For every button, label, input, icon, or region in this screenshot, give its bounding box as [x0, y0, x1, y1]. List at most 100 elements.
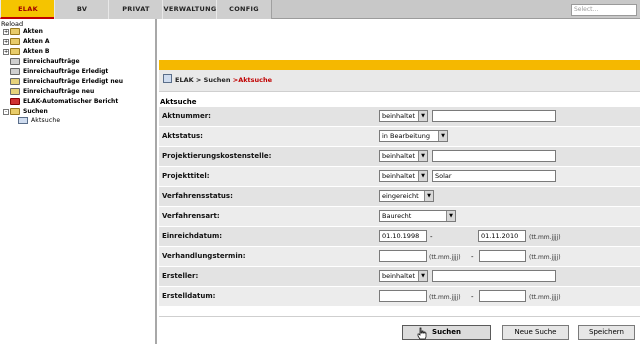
- projektierungskostenstelle-input[interactable]: [432, 150, 556, 162]
- erstelldatum-to-input[interactable]: [479, 290, 526, 302]
- verhandlungstermin-label: Verhandlungstermin:: [162, 252, 246, 260]
- search-form: Aktnummer: beinhaltet ▼ Aktstatus: in Bea…: [159, 107, 640, 314]
- header-banner: [159, 19, 640, 60]
- sidebar: Reload + Akten + Akten A + Akten B Einre…: [0, 19, 157, 344]
- tab-verwaltung[interactable]: VERWALTUNG: [162, 0, 218, 19]
- chevron-down-icon: ▼: [418, 171, 427, 181]
- projektierungskostenstelle-operator-select[interactable]: beinhaltet ▼: [379, 150, 428, 162]
- sidebar-item-label: Akten A: [23, 38, 50, 45]
- range-separator: -: [430, 233, 433, 241]
- sidebar-item-einreichauftraege-erledigt-neu[interactable]: Einreichaufträge Erledigt neu: [3, 77, 123, 86]
- chevron-down-icon: ▼: [424, 191, 433, 201]
- sidebar-item-label: Aktsuche: [31, 117, 61, 124]
- form-row-verfahrensstatus: Verfahrensstatus: eingereicht ▼: [159, 187, 640, 207]
- date-format-hint: (tt.mm.jjjj): [429, 254, 461, 261]
- verhandlungstermin-to-input[interactable]: [479, 250, 526, 262]
- verfahrensart-label: Verfahrensart:: [162, 212, 220, 220]
- aktnummer-label: Aktnummer:: [162, 112, 211, 120]
- expand-icon[interactable]: +: [3, 48, 9, 55]
- sidebar-item-elak-bericht[interactable]: ELAK-Automatischer Bericht: [3, 97, 118, 106]
- button-bar: Suchen Neue Suche Speichern: [159, 316, 640, 344]
- sidebar-item-einreichauftraege[interactable]: Einreichaufträge: [3, 57, 80, 66]
- sidebar-item-label: Akten: [23, 28, 43, 35]
- form-row-projekttitel: Projekttitel: beinhaltet ▼ Solar: [159, 167, 640, 187]
- breadcrumb-separator: >: [195, 76, 202, 84]
- chevron-down-icon: ▼: [446, 211, 455, 221]
- select-search-input[interactable]: Select...: [571, 4, 637, 16]
- form-row-aktnummer: Aktnummer: beinhaltet ▼: [159, 107, 640, 127]
- breadcrumb-bar: ELAK > Suchen >Aktsuche: [159, 70, 640, 92]
- expand-icon[interactable]: +: [3, 38, 9, 45]
- erstelldatum-label: Erstelldatum:: [162, 292, 216, 300]
- projekttitel-input[interactable]: Solar: [432, 170, 556, 182]
- breadcrumb-suchen[interactable]: Suchen: [204, 76, 231, 84]
- projekttitel-label: Projekttitel:: [162, 172, 210, 180]
- tab-privat[interactable]: PRIVAT: [108, 0, 164, 19]
- form-row-aktstatus: Aktstatus: in Bearbeitung ▼: [159, 127, 640, 147]
- sidebar-item-label: Suchen: [23, 108, 48, 115]
- chevron-down-icon: ▼: [438, 131, 447, 141]
- form-row-ersteller: Ersteller: beinhaltet ▼: [159, 267, 640, 287]
- sidebar-item-label: Einreichaufträge: [23, 58, 80, 65]
- breadcrumb-current: Aktsuche: [238, 76, 273, 84]
- aktstatus-label: Aktstatus:: [162, 132, 203, 140]
- sidebar-item-akten-a[interactable]: + Akten A: [3, 37, 50, 46]
- form-row-projektierungskostenstelle: Projektierungskostenstelle: beinhaltet ▼: [159, 147, 640, 167]
- tab-elak[interactable]: ELAK: [0, 0, 56, 19]
- sidebar-item-akten-b[interactable]: + Akten B: [3, 47, 50, 56]
- folder-icon: [10, 38, 20, 45]
- expand-icon[interactable]: +: [3, 28, 9, 35]
- sidebar-item-akten[interactable]: + Akten: [3, 27, 43, 36]
- sidebar-item-einreichauftraege-neu[interactable]: Einreichaufträge neu: [3, 87, 94, 96]
- chevron-down-icon: ▼: [418, 111, 427, 121]
- search-button[interactable]: Suchen: [402, 325, 491, 340]
- chevron-down-icon: ▼: [418, 151, 427, 161]
- sidebar-item-label: Einreichaufträge Erledigt: [23, 68, 109, 75]
- einreichdatum-from-input[interactable]: 01.10.1998: [379, 230, 427, 242]
- date-format-hint: (tt.mm.jjjj): [529, 294, 561, 301]
- save-button[interactable]: Speichern: [578, 325, 635, 340]
- folder-icon: [10, 28, 20, 35]
- projekttitel-operator-select[interactable]: beinhaltet ▼: [379, 170, 428, 182]
- form-row-einreichdatum: Einreichdatum: 01.10.1998 - 01.11.2010 (…: [159, 227, 640, 247]
- sidebar-item-label: ELAK-Automatischer Bericht: [23, 98, 119, 105]
- form-row-erstelldatum: Erstelldatum: (tt.mm.jjjj) - (tt.mm.jjjj…: [159, 287, 640, 307]
- aktnummer-operator-select[interactable]: beinhaltet ▼: [379, 110, 428, 122]
- breadcrumb: ELAK > Suchen >Aktsuche: [175, 76, 272, 84]
- hand-cursor-icon: [417, 327, 427, 340]
- einreichdatum-label: Einreichdatum:: [162, 232, 223, 240]
- verfahrensstatus-select[interactable]: eingereicht ▼: [379, 190, 434, 202]
- sidebar-item-label: Einreichaufträge Erledigt neu: [23, 78, 123, 85]
- breadcrumb-elak[interactable]: ELAK: [175, 76, 194, 84]
- ersteller-input[interactable]: [432, 270, 556, 282]
- collapse-icon[interactable]: -: [3, 108, 9, 115]
- sidebar-item-suchen[interactable]: - Suchen: [3, 107, 48, 116]
- sidebar-item-einreichauftraege-erledigt[interactable]: Einreichaufträge Erledigt: [3, 67, 108, 76]
- page-title: Aktsuche: [160, 98, 197, 106]
- range-separator: -: [471, 253, 474, 261]
- folder-icon: [10, 108, 20, 115]
- verhandlungstermin-from-input[interactable]: [379, 250, 427, 262]
- tray-icon: [10, 88, 20, 95]
- einreichdatum-to-input[interactable]: 01.11.2010: [478, 230, 526, 242]
- folder-icon: [10, 48, 20, 55]
- ersteller-operator-select[interactable]: beinhaltet ▼: [379, 270, 428, 282]
- projektierungskostenstelle-label: Projektierungskostenstelle:: [162, 152, 272, 160]
- top-navigation-bar: ELAK BV PRIVAT VERWALTUNG CONFIG Select.…: [0, 0, 640, 19]
- range-separator: -: [471, 293, 474, 301]
- new-search-button[interactable]: Neue Suche: [502, 325, 569, 340]
- chevron-down-icon: ▼: [418, 271, 427, 281]
- search-icon: [18, 117, 28, 124]
- sidebar-item-label: Einreichaufträge neu: [23, 88, 95, 95]
- aktnummer-input[interactable]: [432, 110, 556, 122]
- verfahrensstatus-label: Verfahrensstatus:: [162, 192, 233, 200]
- tab-config[interactable]: CONFIG: [216, 0, 272, 19]
- sidebar-item-aktsuche[interactable]: Aktsuche: [18, 117, 60, 124]
- tab-bv[interactable]: BV: [54, 0, 110, 19]
- verfahrensart-select[interactable]: Baurecht ▼: [379, 210, 456, 222]
- tray-icon: [10, 68, 20, 75]
- date-format-hint: (tt.mm.jjjj): [529, 234, 561, 241]
- aktstatus-select[interactable]: in Bearbeitung ▼: [379, 130, 448, 142]
- erstelldatum-from-input[interactable]: [379, 290, 427, 302]
- date-format-hint: (tt.mm.jjjj): [429, 294, 461, 301]
